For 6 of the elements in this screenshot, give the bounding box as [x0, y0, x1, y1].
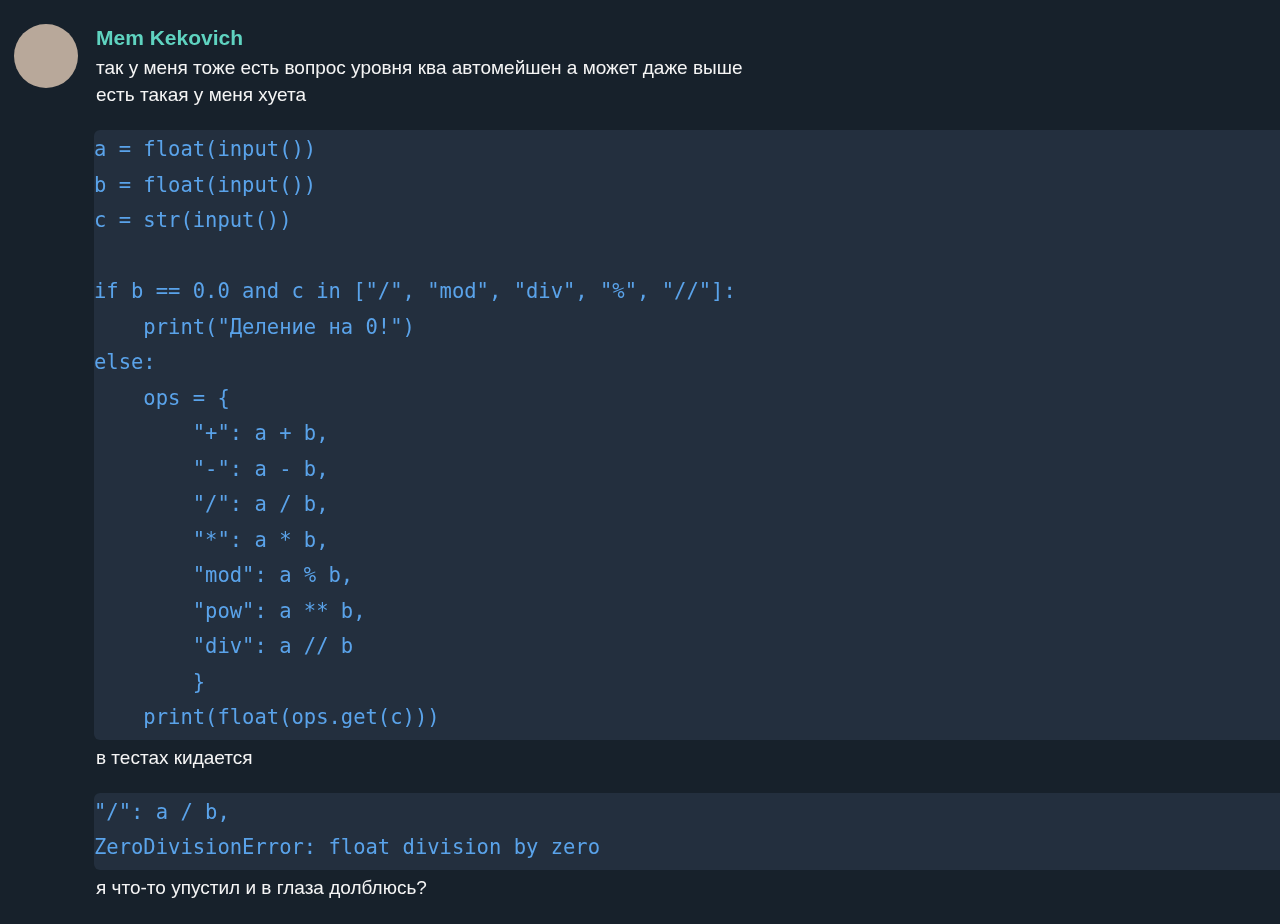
sender-name[interactable]: Mem Kekovich: [96, 24, 1280, 52]
message-text: я что-то упустил и в глаза долблюсь?: [96, 875, 428, 900]
code-block: a = float(input()) b = float(input()) c = str(input()) if b == 0.0 and c in ["/", "mod", "div", "%", "//"]: print("Деление на 0!") else: ops = { "+": a + b, "-": a - b, "/": a / b, "*": a * b, "mod": a % b, "pow": a ** b, "div": a // b } print(float(ops.get(c))): [94, 130, 1280, 740]
message-text: так у меня тоже есть вопрос уровня ква автомейшен а может даже выше есть такая у меня хуета: [96, 56, 744, 107]
message-text: в тестах кидается: [96, 745, 254, 770]
code-block: "/": a / b, ZeroDivisionError: float division by zero: [94, 792, 1280, 870]
